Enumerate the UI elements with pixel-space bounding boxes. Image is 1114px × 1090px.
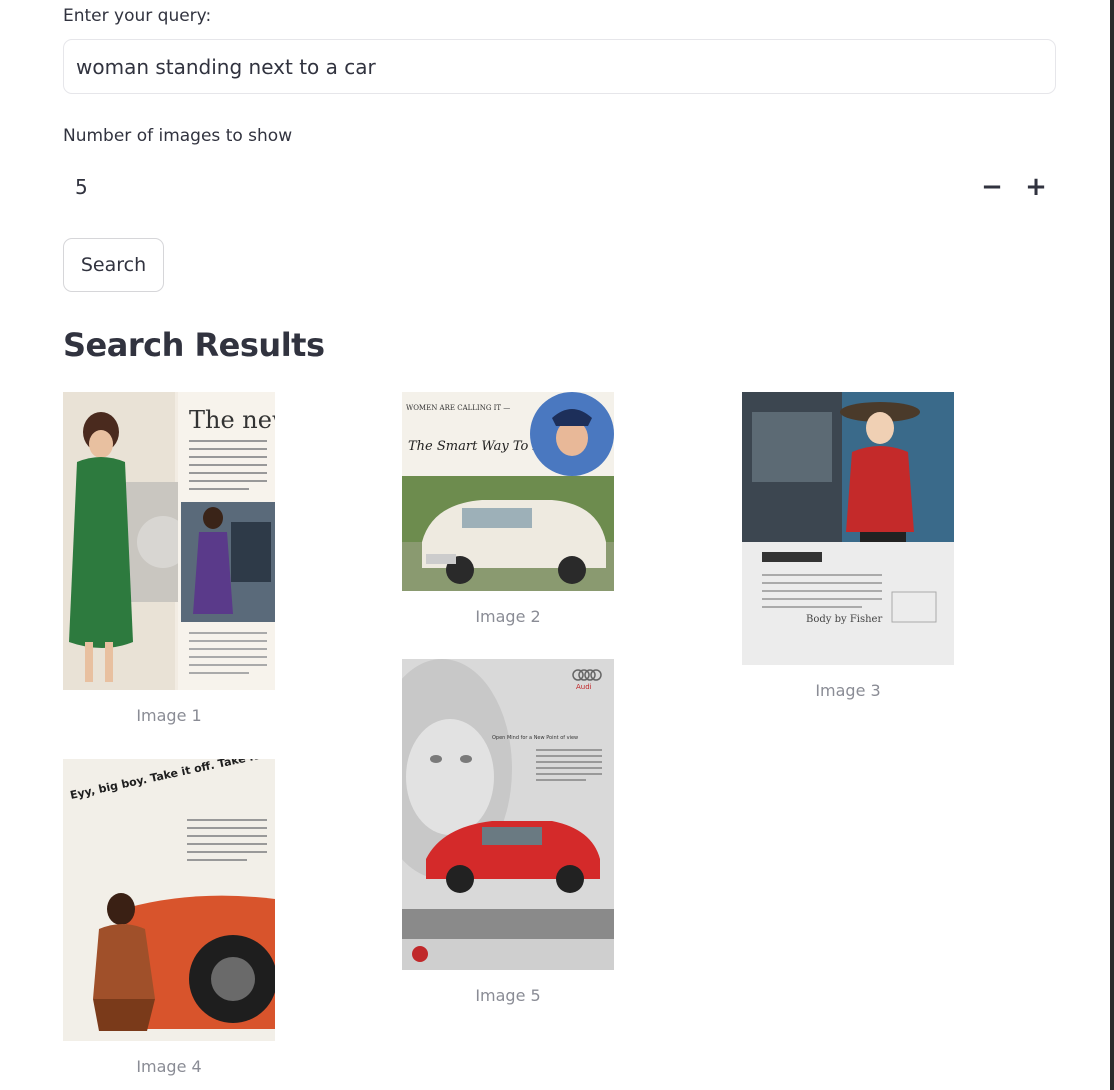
image-3-picture: Body by Fisher: [742, 392, 954, 665]
image-2-caption: Image 2: [475, 607, 541, 626]
query-label: Enter your query:: [63, 6, 212, 26]
image-2-picture: WOMEN ARE CALLING IT — The Smart Way To …: [402, 392, 614, 591]
result-image-4[interactable]: Eyy, big boy. Take it off. Take it all o…: [63, 759, 275, 1041]
image-5-ad-text: Open Mind for a New Point of view: [492, 735, 578, 741]
num-images-value[interactable]: 5: [63, 175, 970, 199]
decrement-button[interactable]: −: [970, 165, 1014, 209]
scrollbar[interactable]: [1110, 0, 1114, 1090]
search-button[interactable]: Search: [63, 238, 164, 292]
num-images-stepper[interactable]: 5 − +: [63, 160, 1058, 214]
result-image-3[interactable]: Body by Fisher: [742, 392, 954, 665]
image-5-picture: Audi Open Mind for a New Point of view: [402, 659, 614, 970]
image-1-ad-text: The new: [189, 406, 275, 434]
results-heading: Search Results: [63, 326, 325, 364]
image-4-picture: Eyy, big boy. Take it off. Take it all o…: [63, 759, 275, 1041]
image-5-brand-text: Audi: [576, 683, 592, 691]
image-1-caption: Image 1: [136, 706, 202, 725]
image-1-picture: The new: [63, 392, 275, 690]
result-image-2[interactable]: WOMEN ARE CALLING IT — The Smart Way To …: [402, 392, 614, 591]
app-page: Enter your query: woman standing next to…: [0, 0, 1114, 1090]
query-input-value[interactable]: woman standing next to a car: [76, 55, 376, 79]
image-3-caption: Image 3: [815, 681, 881, 700]
image-4-caption: Image 4: [136, 1057, 202, 1076]
image-5-caption: Image 5: [475, 986, 541, 1005]
query-input[interactable]: woman standing next to a car: [63, 39, 1056, 94]
result-image-1[interactable]: The new: [63, 392, 275, 690]
num-images-label: Number of images to show: [63, 126, 293, 146]
increment-button[interactable]: +: [1014, 165, 1058, 209]
image-2-ad-top-text: WOMEN ARE CALLING IT —: [406, 404, 510, 412]
result-image-5[interactable]: Audi Open Mind for a New Point of view: [402, 659, 614, 970]
image-3-ad-text: Body by Fisher: [806, 614, 882, 625]
